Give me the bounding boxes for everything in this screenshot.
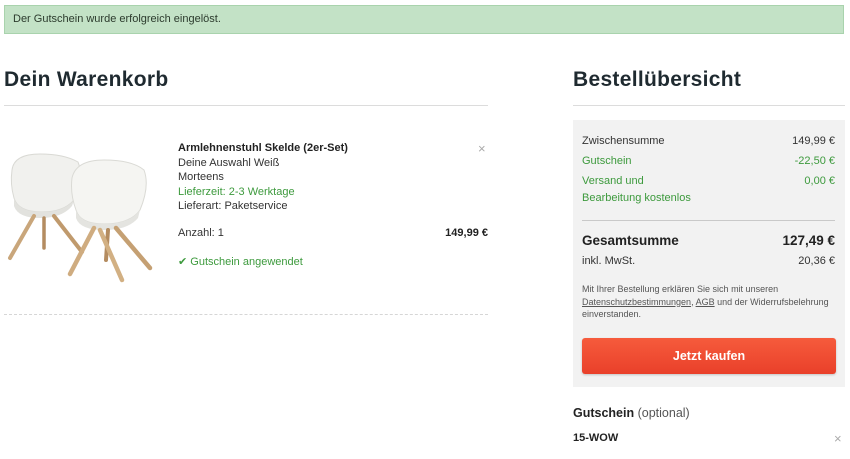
chair-back bbox=[8, 153, 84, 260]
alert-text: Der Gutschein wurde erfolgreich eingelös… bbox=[13, 13, 221, 25]
subtotal-value: 149,99 € bbox=[792, 135, 835, 147]
subtotal-label: Zwischensumme bbox=[582, 135, 665, 147]
product-image[interactable] bbox=[4, 148, 164, 288]
delivery-time: Lieferzeit: 2-3 Werktage bbox=[178, 185, 295, 198]
vat-label: inkl. MwSt. bbox=[582, 255, 636, 267]
summary-divider bbox=[573, 105, 845, 106]
shipping-label: Versand und bbox=[582, 175, 644, 187]
product-name[interactable]: Armlehnenstuhl Skelde (2er-Set) bbox=[178, 141, 348, 156]
total-divider bbox=[582, 220, 835, 221]
delivery-type: Lieferart: Paketservice bbox=[178, 200, 288, 212]
remove-voucher-icon[interactable]: × bbox=[834, 431, 842, 446]
agb-link[interactable]: AGB bbox=[696, 297, 715, 307]
voucher-code: 15-WOW bbox=[573, 432, 619, 444]
legal-text-before: Mit Ihrer Bestellung erklären Sie sich m… bbox=[582, 284, 779, 294]
voucher-heading: Gutschein (optional) bbox=[573, 406, 690, 420]
product-brand: Morteens bbox=[178, 171, 224, 183]
order-summary-box: Zwischensumme 149,99 € Gutschein -22,50 … bbox=[573, 120, 845, 387]
product-variant: Deine Auswahl Weiß bbox=[178, 156, 280, 169]
voucher-heading-label: Gutschein bbox=[573, 406, 635, 420]
product-info: Armlehnenstuhl Skelde (2er-Set) Deine Au… bbox=[178, 141, 348, 214]
total-value: 127,49 € bbox=[782, 233, 835, 248]
vat-value: 20,36 € bbox=[798, 255, 835, 267]
success-alert: Der Gutschein wurde erfolgreich eingelös… bbox=[4, 5, 844, 34]
cart-divider bbox=[4, 105, 488, 106]
remove-item-icon[interactable]: × bbox=[478, 141, 486, 156]
item-price: 149,99 € bbox=[445, 227, 488, 239]
shipping-label-2: Bearbeitung kostenlos bbox=[582, 192, 691, 204]
quantity-label: Anzahl: 1 bbox=[178, 227, 224, 239]
chair-front bbox=[67, 159, 153, 283]
voucher-optional-label: (optional) bbox=[637, 406, 690, 420]
voucher-label: Gutschein bbox=[582, 155, 632, 167]
voucher-value: -22,50 € bbox=[794, 155, 835, 167]
voucher-applied-note: ✔ Gutschein angewendet bbox=[178, 256, 303, 268]
legal-notice: Mit Ihrer Bestellung erklären Sie sich m… bbox=[582, 283, 835, 321]
item-divider bbox=[4, 314, 488, 315]
buy-now-button[interactable]: Jetzt kaufen bbox=[582, 338, 836, 374]
total-label: Gesamtsumme bbox=[582, 233, 679, 248]
cart-title: Dein Warenkorb bbox=[4, 68, 169, 91]
privacy-link[interactable]: Datenschutzbestimmungen bbox=[582, 297, 691, 307]
summary-title: Bestellübersicht bbox=[573, 68, 742, 91]
shipping-value: 0,00 € bbox=[804, 175, 835, 187]
